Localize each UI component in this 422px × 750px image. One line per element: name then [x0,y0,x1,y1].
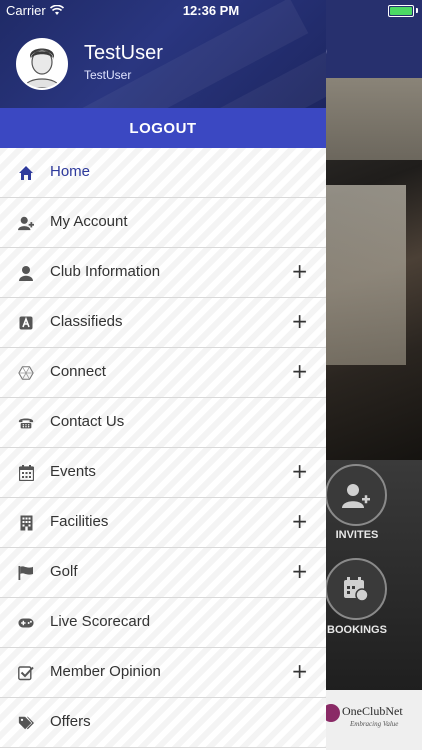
sidebar-item-golf[interactable]: Golf + [0,548,326,598]
sidebar-item-club-information[interactable]: Club Information + [0,248,326,298]
hexagon-connect-icon [18,365,34,381]
sidebar-item-events[interactable]: Events + [0,448,326,498]
bookings-button[interactable] [325,558,387,620]
building-icon [18,515,34,531]
invites-button[interactable] [325,464,387,526]
sidebar-item-label: Golf [50,563,78,580]
sidebar-item-label: Connect [50,363,106,380]
expand-icon[interactable]: + [291,361,308,381]
sidebar-item-my-account[interactable]: My Account [0,198,326,248]
club-logo-text: OneClubNet [342,704,403,718]
sidebar-item-offers[interactable]: Offers [0,698,326,748]
home-icon [18,165,34,181]
invites-label: INVITES [335,529,379,541]
user-plus-icon [342,484,370,508]
sidebar-item-label: Member Opinion [50,663,161,680]
gamepad-icon [18,615,34,631]
user-plus-icon [18,215,34,231]
tags-icon [18,715,34,731]
sidebar-item-label: Home [50,163,91,180]
expand-icon[interactable]: + [291,261,308,281]
expand-icon[interactable]: + [291,511,308,531]
user-name: TestUser [84,42,163,64]
sidebar-item-label: Contact Us [50,413,125,430]
sidebar-item-label: Club Information [50,263,161,280]
sidebar-item-label: My Account [50,213,128,230]
sidebar-item-home[interactable]: Home [0,148,326,198]
battery-level [390,7,412,15]
navigation-drawer: TestUser TestUser LOGOUT Home My Account C… [0,0,326,750]
sidebar-item-live-scorecard[interactable]: Live Scorecard [0,598,326,648]
sidebar-item-label: Events [50,463,96,480]
battery-tip [416,8,418,13]
sidebar-item-facilities[interactable]: Facilities + [0,498,326,548]
classifieds-icon [18,315,34,331]
user-icon [18,265,34,281]
avatar[interactable] [16,38,68,90]
sidebar-item-label: Live Scorecard [50,613,151,630]
logout-button[interactable]: LOGOUT [0,108,326,148]
club-logo-tagline: Embracing Value [350,720,399,728]
sidebar-item-connect[interactable]: Connect + [0,348,326,398]
sidebar-item-label: Classifieds [50,313,123,330]
background-window [326,185,406,365]
expand-icon[interactable]: + [291,561,308,581]
calendar-icon [18,465,34,481]
expand-icon[interactable]: + [291,661,308,681]
phone-icon [18,415,34,431]
bookings-label: BOOKINGS [327,624,387,636]
sidebar-item-label: Offers [50,713,91,730]
sidebar-item-member-opinion[interactable]: Member Opinion + [0,648,326,698]
sidebar-item-label: Facilities [50,513,109,530]
flag-icon [18,565,34,581]
user-avatar-icon [18,40,66,88]
expand-icon[interactable]: + [291,311,308,331]
sidebar-item-contact-us[interactable]: Contact Us [0,398,326,448]
battery-icon [388,5,414,17]
status-bar: Carrier 12:36 PM [0,0,422,22]
drawer-menu: Home My Account Club Information + Classifie… [0,148,326,748]
calendar-clock-icon [344,577,369,602]
user-subtitle: TestUser [84,68,132,82]
status-time: 12:36 PM [182,3,240,18]
expand-icon[interactable]: + [291,461,308,481]
checkbox-icon [18,665,34,681]
sidebar-item-classifieds[interactable]: Classifieds + [0,298,326,348]
